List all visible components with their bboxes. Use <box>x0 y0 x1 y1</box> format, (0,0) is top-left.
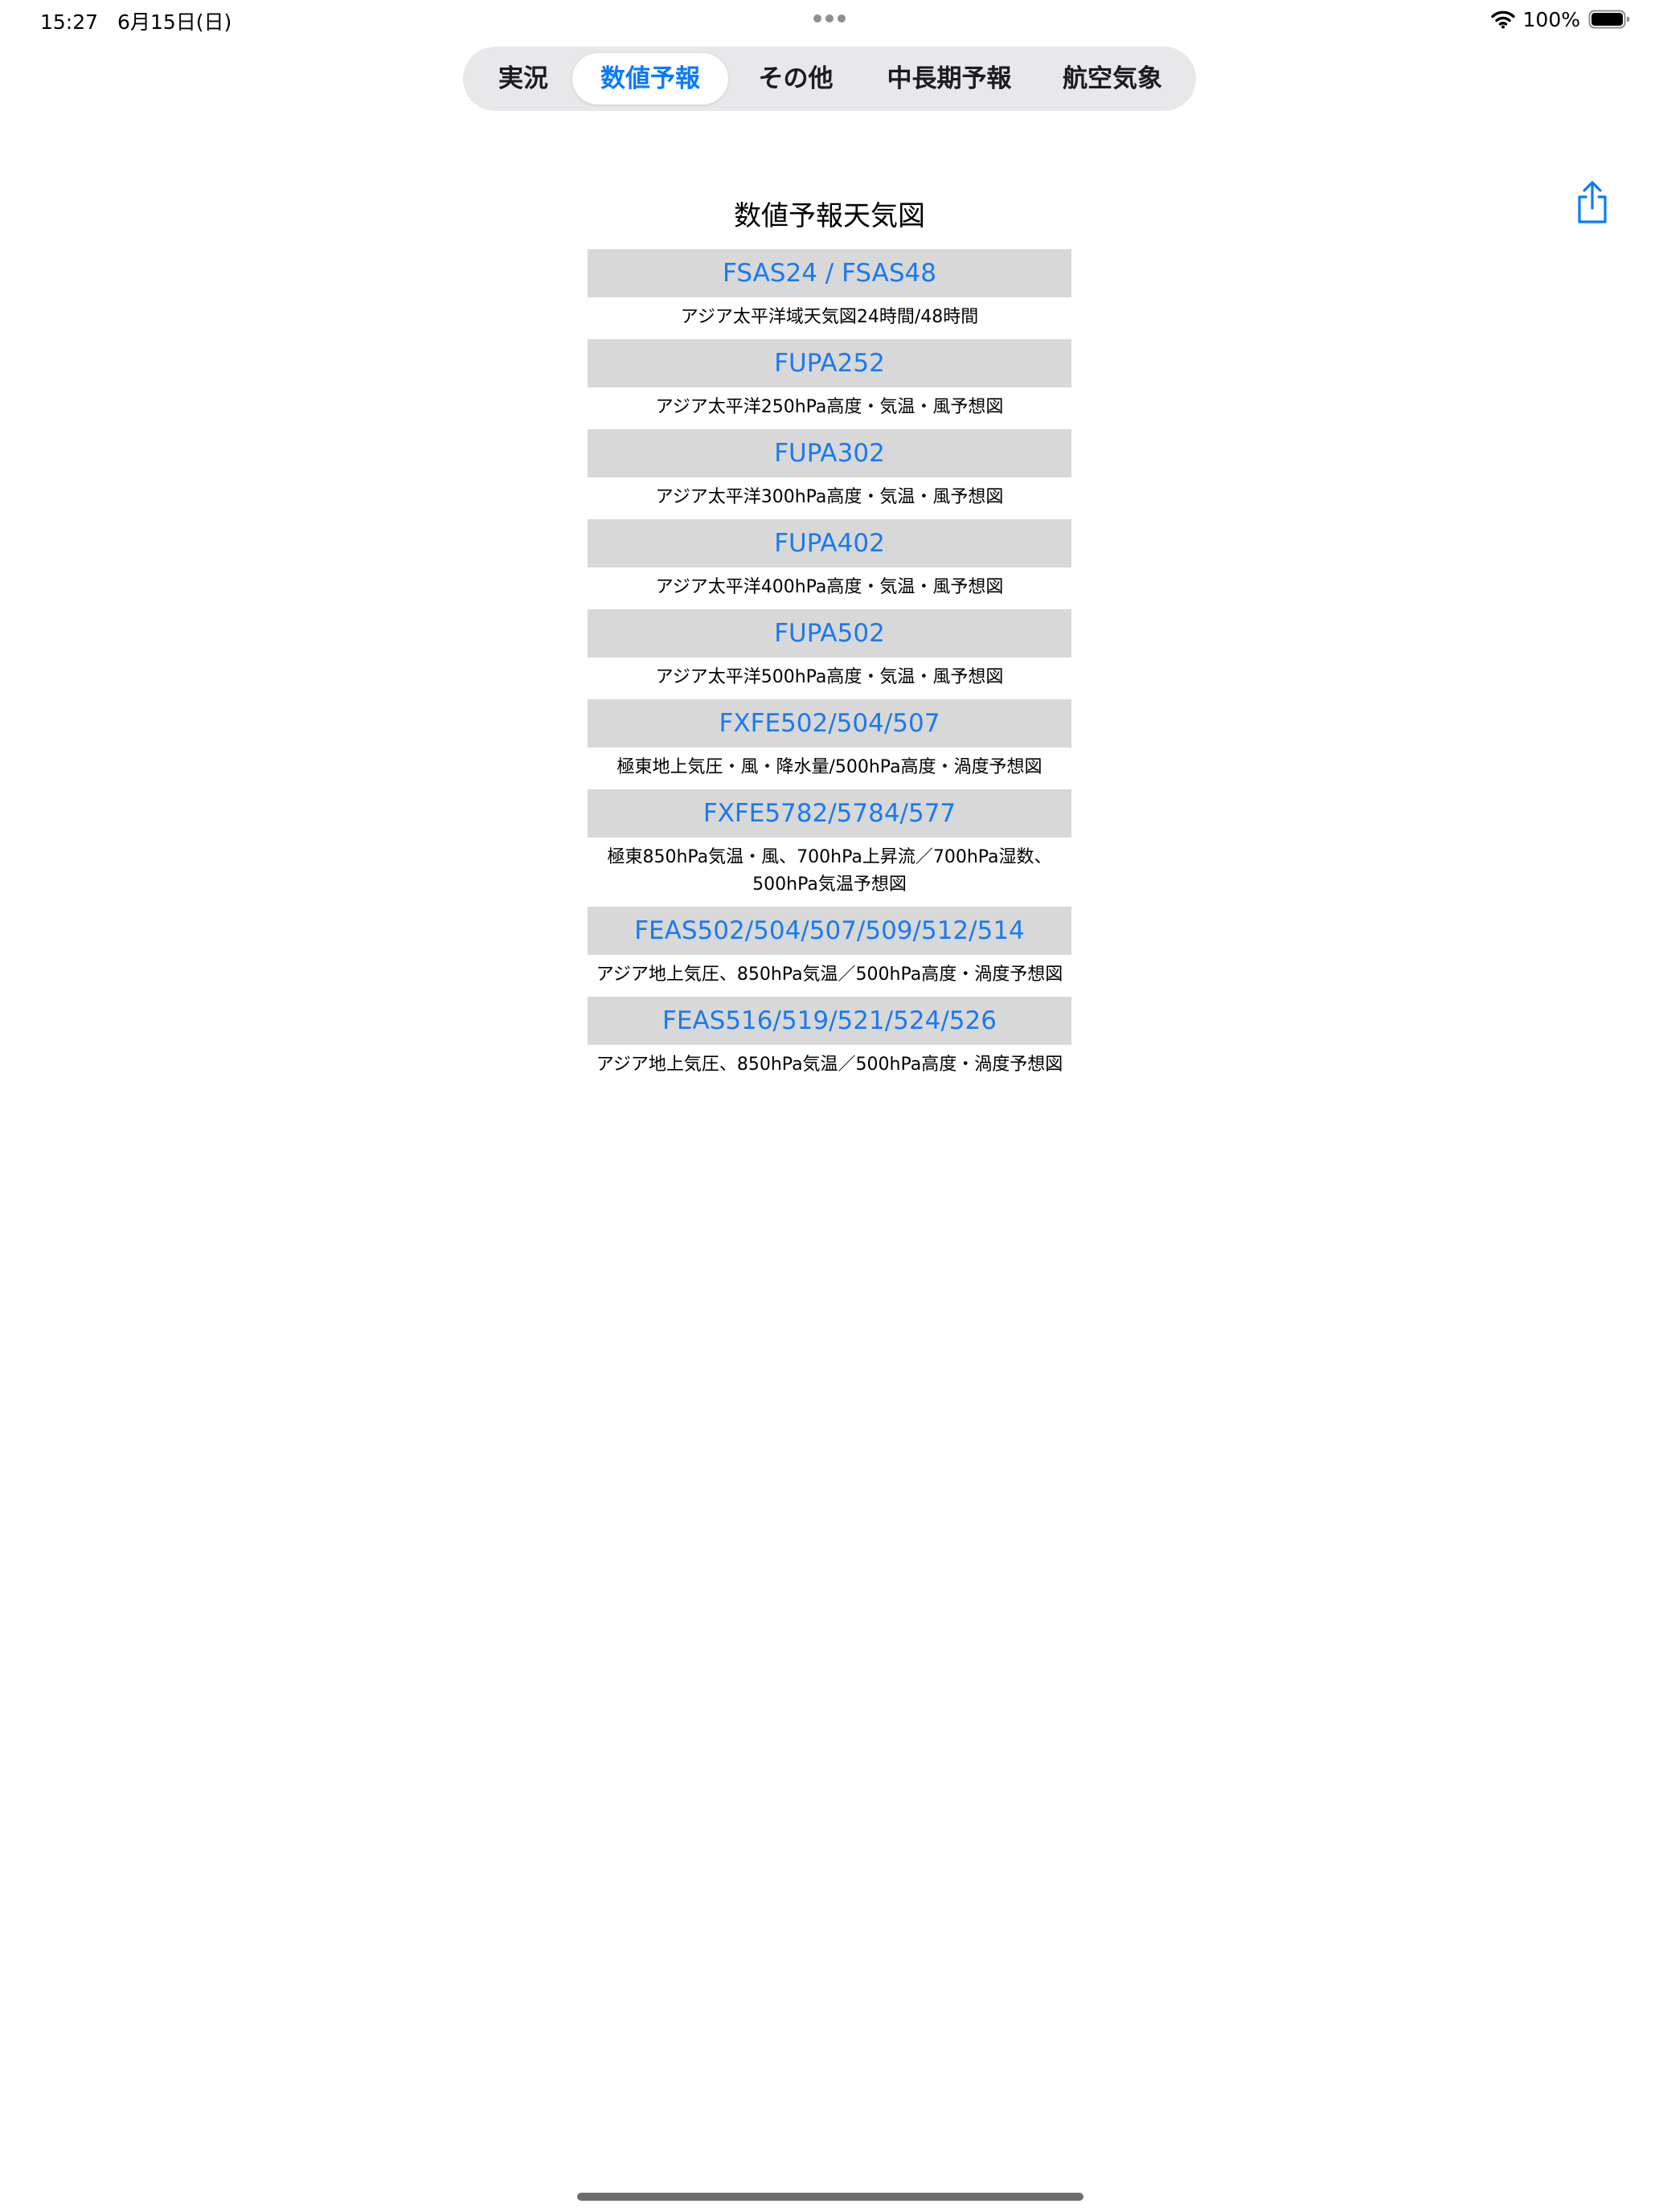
chart-link-fupa402[interactable]: FUPA402 <box>588 519 1071 567</box>
list-item: FUPA302 アジア太平洋300hPa高度・気温・風予想図 <box>563 429 1096 519</box>
chart-description: アジア太平洋300hPa高度・気温・風予想図 <box>655 487 1004 507</box>
chart-link-fupa302[interactable]: FUPA302 <box>588 429 1071 477</box>
status-date: 6月15日(日) <box>117 10 232 34</box>
status-bar: 15:27 6月15日(日) 100% <box>0 0 1659 40</box>
list-item: FXFE5782/5784/577 極東850hPa気温・風、700hPa上昇流… <box>563 789 1096 907</box>
multitask-dots-icon[interactable] <box>813 14 846 23</box>
home-indicator[interactable] <box>577 2193 1083 2201</box>
chart-description: アジア地上気圧、850hPa気温／500hPa高度・渦度予想図 <box>596 1055 1063 1075</box>
chart-link-fxfe5782[interactable]: FXFE5782/5784/577 <box>588 789 1071 838</box>
category-segmented-control: 実況 数値予報 その他 中長期予報 航空気象 <box>463 47 1196 111</box>
chart-link-fupa252[interactable]: FUPA252 <box>588 339 1071 387</box>
page-title: 数値予報天気図 <box>734 200 925 232</box>
list-item: FEAS502/504/507/509/512/514 アジア地上気圧、850h… <box>563 907 1096 997</box>
status-clock: 15:27 6月15日(日) <box>40 6 231 35</box>
tab-chuchoki-yoho[interactable]: 中長期予報 <box>863 53 1035 104</box>
chart-list: FSAS24 / FSAS48 アジア太平洋域天気図24時間/48時間 FUPA… <box>563 249 1096 1087</box>
chart-description: アジア太平洋400hPa高度・気温・風予想図 <box>655 577 1004 597</box>
chart-description: 極東地上気圧・風・降水量/500hPa高度・渦度予想図 <box>616 757 1043 777</box>
tab-jikkyo[interactable]: 実況 <box>469 53 577 104</box>
chart-description: アジア太平洋250hPa高度・気温・風予想図 <box>655 397 1004 417</box>
list-item: FEAS516/519/521/524/526 アジア地上気圧、850hPa気温… <box>563 997 1096 1087</box>
chart-link-feas516[interactable]: FEAS516/519/521/524/526 <box>588 997 1071 1045</box>
list-item: FUPA502 アジア太平洋500hPa高度・気温・風予想図 <box>563 609 1096 699</box>
list-item: FXFE502/504/507 極東地上気圧・風・降水量/500hPa高度・渦度… <box>563 699 1096 789</box>
chart-description: 極東850hPa気温・風、700hPa上昇流／700hPa湿数、 500hPa気… <box>607 847 1052 895</box>
chart-link-feas502[interactable]: FEAS502/504/507/509/512/514 <box>588 907 1071 955</box>
chart-link-fupa502[interactable]: FUPA502 <box>588 609 1071 657</box>
battery-icon <box>1588 10 1630 29</box>
battery-percentage: 100% <box>1522 7 1580 31</box>
list-item: FUPA402 アジア太平洋400hPa高度・気温・風予想図 <box>563 519 1096 609</box>
tab-sonota[interactable]: その他 <box>728 53 863 104</box>
list-item: FUPA252 アジア太平洋250hPa高度・気温・風予想図 <box>563 339 1096 429</box>
share-icon[interactable] <box>1574 180 1611 225</box>
chart-description: アジア太平洋域天気図24時間/48時間 <box>680 307 979 327</box>
tab-koku-kisho[interactable]: 航空気象 <box>1035 53 1190 104</box>
chart-link-fxfe502[interactable]: FXFE502/504/507 <box>588 699 1071 748</box>
chart-description: アジア地上気圧、850hPa気温／500hPa高度・渦度予想図 <box>596 965 1063 985</box>
status-indicators: 100% <box>1490 6 1630 32</box>
chart-link-fsas24-fsas48[interactable]: FSAS24 / FSAS48 <box>588 249 1071 297</box>
status-time: 15:27 <box>40 10 99 34</box>
wifi-icon <box>1490 10 1515 29</box>
chart-description: アジア太平洋500hPa高度・気温・風予想図 <box>655 667 1004 687</box>
list-item: FSAS24 / FSAS48 アジア太平洋域天気図24時間/48時間 <box>563 249 1096 339</box>
tab-suchi-yoho[interactable]: 数値予報 <box>572 53 728 104</box>
